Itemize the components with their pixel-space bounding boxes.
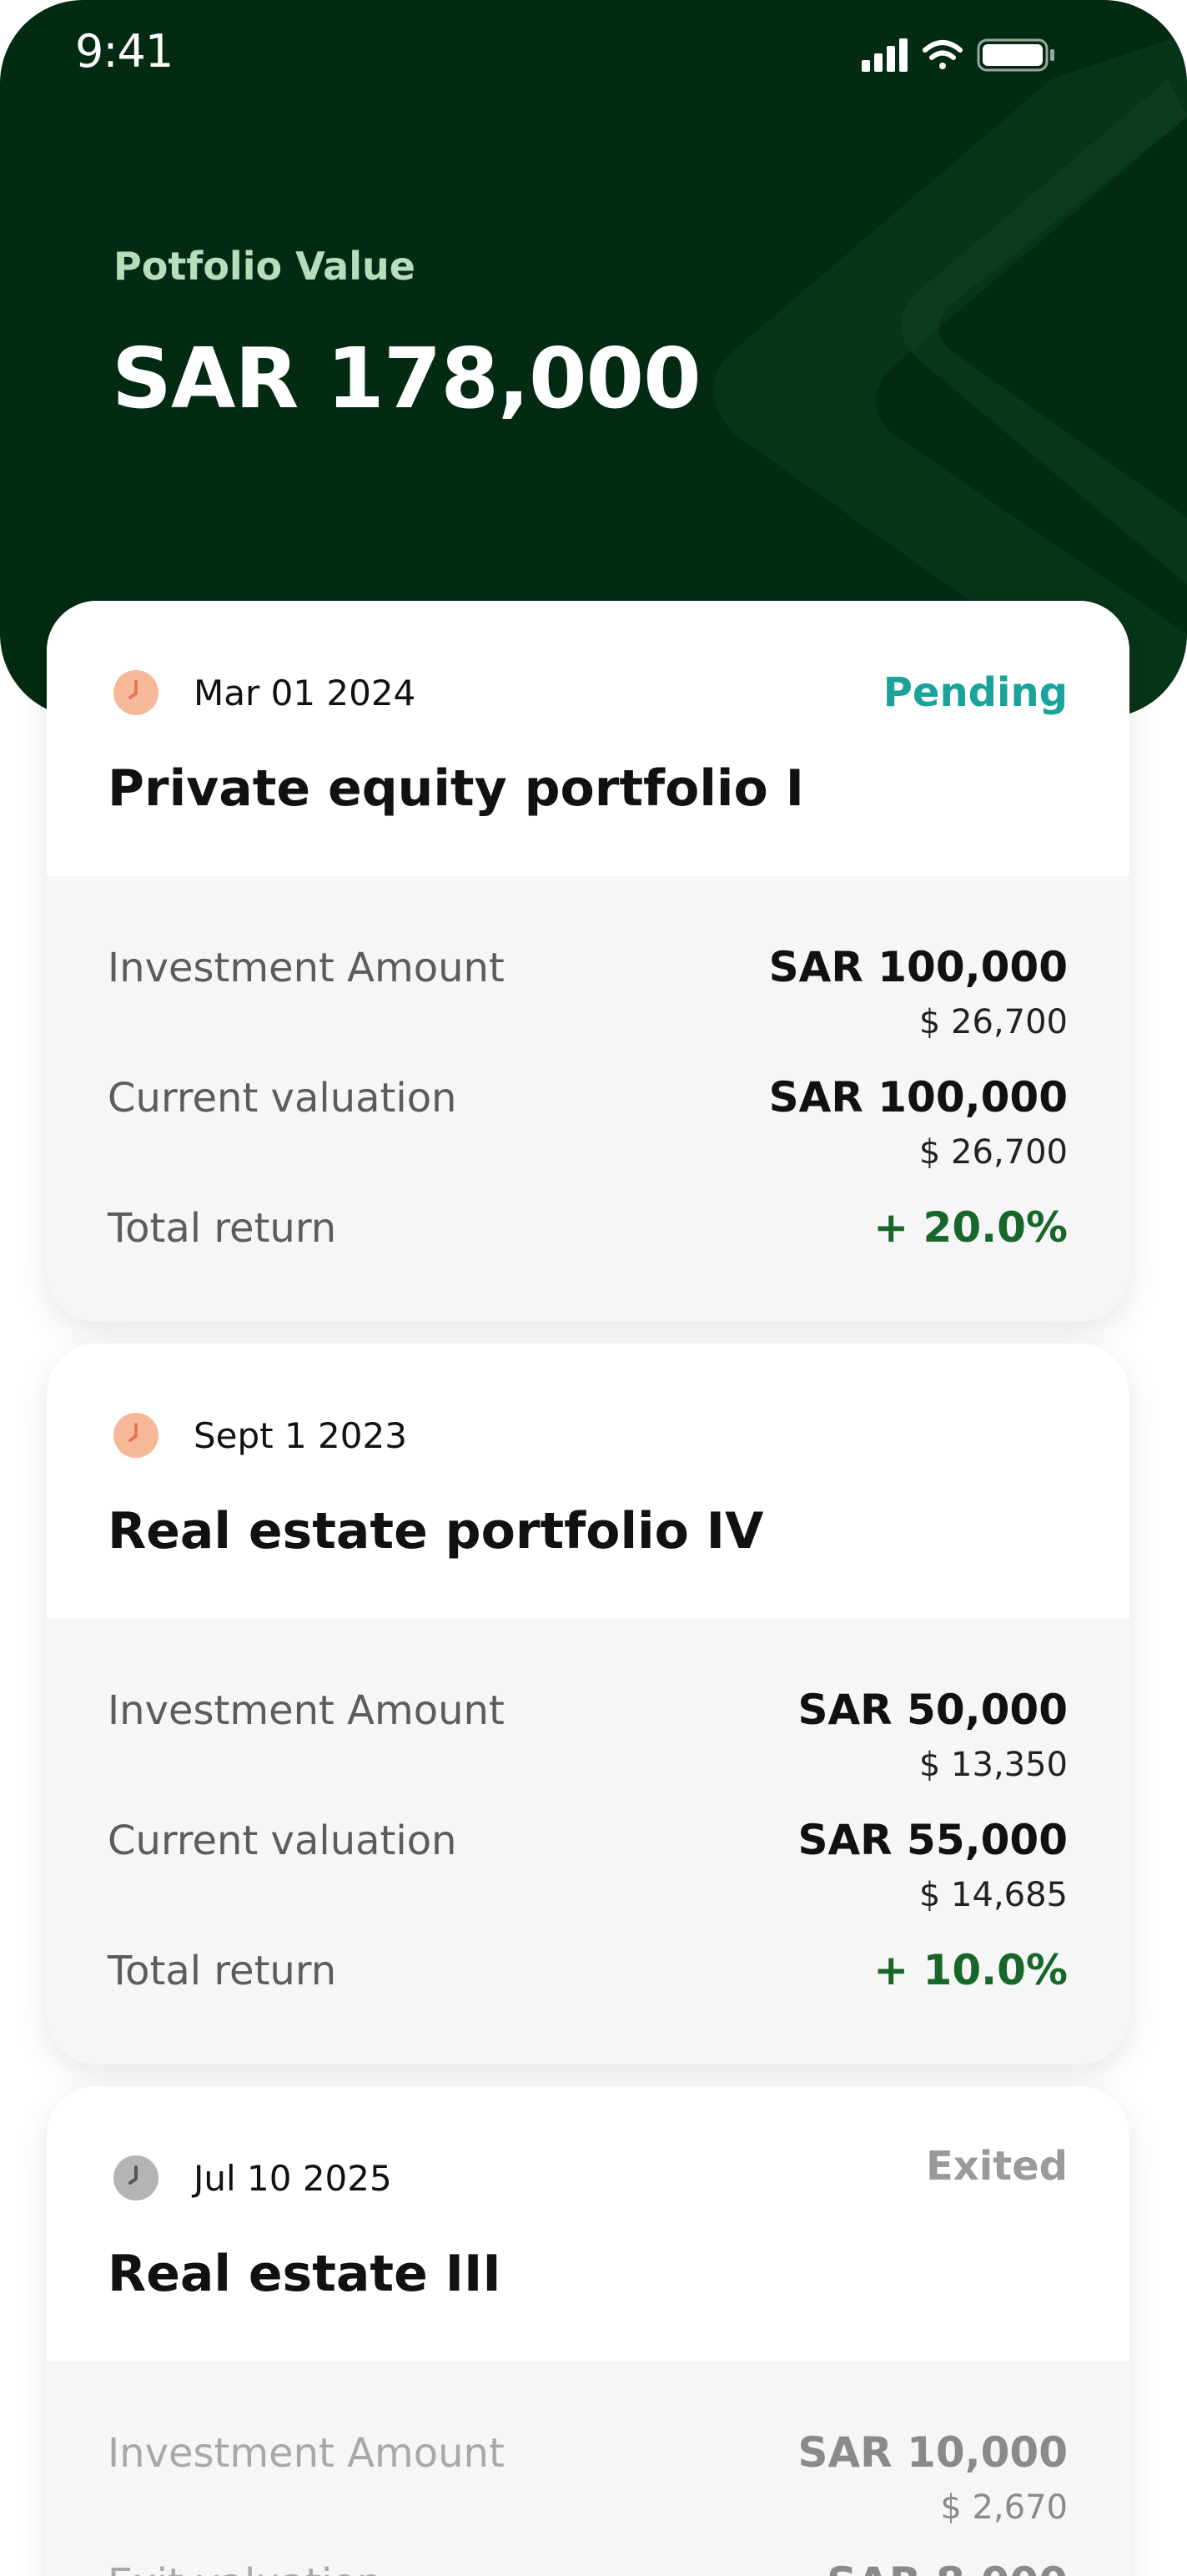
signal-icon — [862, 38, 908, 72]
status-badge: Pending — [883, 669, 1068, 716]
card-date: Sept 1 2023 — [194, 1414, 407, 1456]
investment-amount-label: Investment Amount — [108, 2430, 505, 2477]
exit-valuation-label: Exit valuation — [108, 2560, 382, 2576]
investment-amount-row: Investment Amount SAR 10,000 $ 2,670 — [47, 2405, 1129, 2535]
card-date-row: Mar 01 2024 — [113, 668, 415, 718]
exit-valuation-sar: SAR 8,000 — [827, 2558, 1068, 2576]
card-header: Mar 01 2024 Pending Private equity portf… — [47, 601, 1129, 876]
card-header: Sept 1 2023 Real estate portfolio IV — [47, 1343, 1129, 1619]
card-title: Real estate portfolio IV — [108, 1502, 764, 1560]
clock-icon — [113, 1413, 158, 1458]
total-return-label: Total return — [108, 1948, 337, 1994]
card-date-row: Jul 10 2025 — [113, 2153, 392, 2203]
card-title: Real estate III — [108, 2245, 501, 2303]
clock-icon — [113, 2155, 158, 2200]
portfolio-screen: 9:41 Potfolio Value SAR 178,000 Mar 01 2… — [0, 0, 1187, 2576]
investment-amount-sar: SAR 100,000 — [768, 943, 1068, 991]
current-valuation-label: Current valuation — [108, 1075, 457, 1122]
investment-amount-sar: SAR 50,000 — [797, 1686, 1068, 1734]
investment-amount-usd: $ 13,350 — [918, 1746, 1068, 1784]
current-valuation-sar: SAR 55,000 — [797, 1816, 1068, 1864]
status-icons — [862, 38, 1054, 72]
investment-amount-sar: SAR 10,000 — [797, 2428, 1068, 2477]
card-header: Jul 10 2025 Exited Real estate III — [47, 2086, 1129, 2362]
total-return-row: Total return + 10.0% — [47, 1923, 1129, 2031]
investment-amount-label: Investment Amount — [108, 1687, 505, 1734]
card-date: Jul 10 2025 — [194, 2157, 392, 2199]
status-badge: Exited — [925, 2143, 1068, 2190]
current-valuation-row: Current valuation SAR 55,000 $ 14,685 — [47, 1792, 1129, 1923]
investment-card[interactable]: Jul 10 2025 Exited Real estate III Inves… — [47, 2086, 1129, 2576]
total-return-row: Total return + 20.0% — [47, 1180, 1129, 1288]
card-details: Investment Amount SAR 50,000 $ 13,350 Cu… — [47, 1619, 1129, 2064]
card-date-row: Sept 1 2023 — [113, 1410, 407, 1460]
investment-amount-usd: $ 2,670 — [940, 2488, 1068, 2527]
clock-icon — [113, 670, 158, 715]
investment-amount-row: Investment Amount SAR 100,000 $ 26,700 — [47, 920, 1129, 1050]
investment-amount-row: Investment Amount SAR 50,000 $ 13,350 — [47, 1662, 1129, 1792]
total-return-label: Total return — [108, 1205, 337, 1252]
total-return-value: + 10.0% — [873, 1946, 1068, 1994]
status-time: 9:41 — [75, 25, 174, 78]
investment-amount-usd: $ 26,700 — [918, 1003, 1068, 1041]
exit-valuation-row: Exit valuation SAR 8,000 — [47, 2535, 1129, 2576]
investment-card[interactable]: Sept 1 2023 Real estate portfolio IV Inv… — [47, 1343, 1129, 2064]
card-date: Mar 01 2024 — [194, 672, 416, 713]
battery-icon — [977, 38, 1054, 72]
portfolio-value-label: Potfolio Value — [113, 244, 415, 289]
total-return-value: + 20.0% — [873, 1203, 1068, 1252]
current-valuation-sar: SAR 100,000 — [768, 1073, 1068, 1122]
card-details: Investment Amount SAR 100,000 $ 26,700 C… — [47, 876, 1129, 1322]
current-valuation-usd: $ 26,700 — [918, 1133, 1068, 1172]
investment-card[interactable]: Mar 01 2024 Pending Private equity portf… — [47, 601, 1129, 1322]
card-details: Investment Amount SAR 10,000 $ 2,670 Exi… — [47, 2362, 1129, 2576]
current-valuation-label: Current valuation — [108, 1817, 457, 1864]
card-title: Private equity portfolio I — [108, 759, 804, 818]
current-valuation-usd: $ 14,685 — [918, 1876, 1068, 1914]
investment-amount-label: Investment Amount — [108, 945, 505, 991]
current-valuation-row: Current valuation SAR 100,000 $ 26,700 — [47, 1050, 1129, 1180]
wifi-icon — [923, 40, 963, 69]
status-bar: 9:41 — [0, 0, 1187, 108]
portfolio-value: SAR 178,000 — [112, 330, 702, 427]
